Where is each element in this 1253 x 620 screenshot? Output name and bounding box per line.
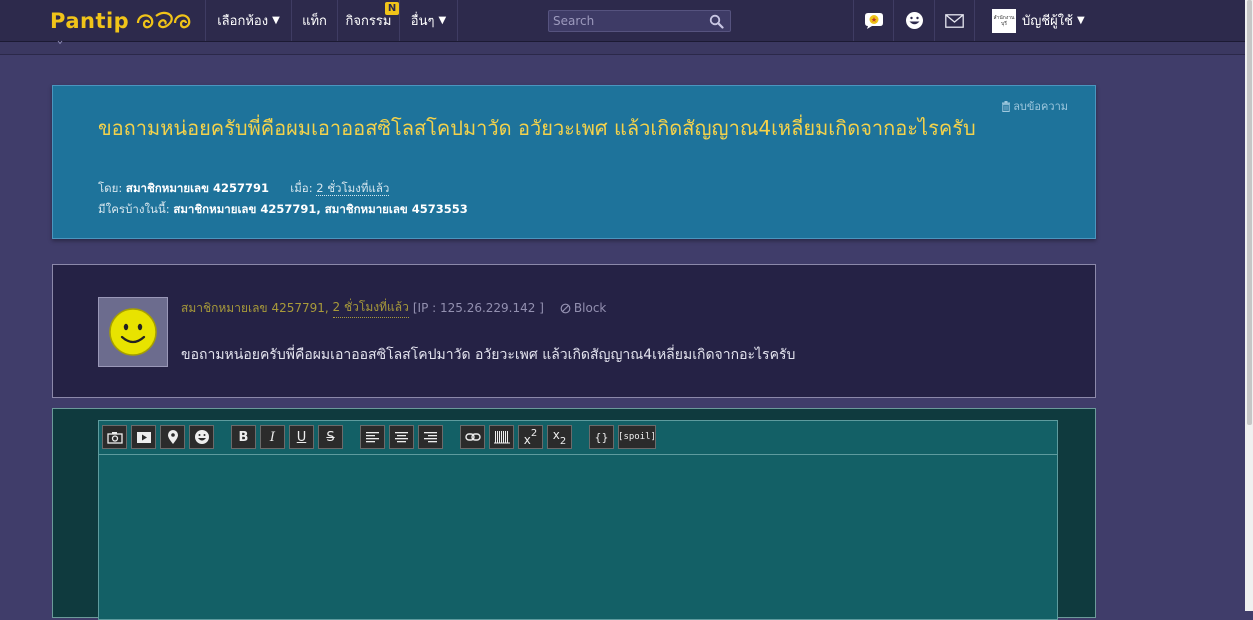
reply-editor: B I U S x 2 x 2 {} [spoil] [98,420,1058,620]
emoticon-button[interactable] [893,0,934,41]
align-left-button[interactable] [360,425,385,449]
account-menu[interactable]: บัญชีผู้ใช้ ▼ [1022,0,1085,41]
align-center-button[interactable] [389,425,414,449]
smiley-avatar-icon [109,308,157,356]
smiley-icon [194,430,209,444]
post-meta: สมาชิกหมายเลข 4257791, 2 ชั่วโมงที่แล้ว … [181,298,606,318]
pantip-logo[interactable]: Pantip [50,6,197,36]
smiley-icon [905,12,923,29]
block-label: Block [573,301,607,315]
post-ip: [IP : 125.26.229.142 ] [412,301,544,315]
strikethrough-button[interactable]: S [318,425,343,449]
topic-viewers-line: มีใครบ้างในนี้: สมาชิกหมายเลข 4257791, ส… [98,201,468,219]
logo-text: Pantip [50,9,130,33]
map-pin-icon [167,429,178,444]
search-input[interactable] [553,13,703,29]
topic-author-line: โดย: สมาชิกหมายเลข 4257791 เมื่อ: 2 ชั่ว… [98,180,390,198]
topic-title: ขอถามหน่อยครับพี่คือผมเอาออสซิโลสโคปมาวั… [98,116,976,140]
underline-button[interactable]: U [289,425,314,449]
chevron-down-icon: ▼ [1076,15,1085,26]
post-time: 2 ชั่วโมงที่แล้ว [332,298,409,318]
topic-post: สมาชิกหมายเลข 4257791, 2 ชั่วโมงที่แล้ว … [52,264,1096,398]
align-right-button[interactable] [418,425,443,449]
trash-icon [1002,100,1011,112]
sub-navigation-bar [0,42,1245,55]
viewers-label: มีใครบ้างในนี้: [98,202,170,216]
chevron-down-icon: ▼ [272,15,280,26]
delete-post-link[interactable]: ลบข้อความ [1001,97,1068,115]
by-label: โดย: [98,181,123,195]
logo-mark-icon [137,11,191,29]
topic-time: 2 ชั่วโมงที่แล้ว [316,181,390,196]
code-button[interactable]: {} [589,425,614,449]
camera-icon [106,431,123,444]
new-badge: N [385,2,399,15]
nav-tags[interactable]: แท็ก [291,0,337,41]
align-right-icon [424,431,437,442]
nav-select-room[interactable]: เลือกห้อง ▼ [205,0,291,41]
top-navigation-bar: Pantip เลือกห้อง ▼ แท็ก กิจกรรม N อื่นๆ … [0,0,1245,42]
italic-button[interactable]: I [260,425,285,449]
chevron-down-icon[interactable] [57,40,63,45]
avatar[interactable] [98,297,168,367]
insert-link-button[interactable] [460,425,485,449]
post-meta-separator: , [324,301,329,315]
envelope-icon [945,13,964,28]
align-center-icon [395,431,408,442]
post-author[interactable]: สมาชิกหมายเลข 4257791 [181,299,325,318]
topic-header: ลบข้อความ ขอถามหน่อยครับพี่คือผมเอาออสซิ… [52,85,1096,239]
subscript-base: x [552,427,560,442]
when-label: เมื่อ: [290,181,313,195]
insert-video-button[interactable] [131,425,156,449]
insert-image-button[interactable] [102,425,127,449]
reply-panel: B I U S x 2 x 2 {} [spoil] [52,408,1096,620]
superscript-button[interactable]: x2 [518,425,543,449]
spoiler-button[interactable]: [spoil] [618,425,656,449]
avatar[interactable]: สำนักงานบุรี [992,9,1016,33]
topic-author[interactable]: สมาชิกหมายเลข 4257791 [126,181,269,195]
messages-button[interactable] [934,0,975,41]
editor-toolbar: B I U S x 2 x 2 {} [spoil] [99,421,1057,455]
pantip-point-button[interactable] [853,0,893,41]
insert-emoticon-button[interactable] [189,425,214,449]
nav-select-room-label: เลือกห้อง [217,14,269,29]
chevron-down-icon: ▼ [438,15,447,26]
insert-barcode-button[interactable] [489,425,514,449]
nav-more[interactable]: อื่นๆ ▼ [399,0,458,41]
scrollbar-thumb[interactable] [1247,0,1252,425]
topic-viewers: สมาชิกหมายเลข 4257791, สมาชิกหมายเลข 457… [173,202,468,216]
video-icon [136,431,151,443]
insert-map-button[interactable] [160,425,185,449]
reply-text-area[interactable] [99,455,1057,619]
barcode-icon [493,431,510,444]
delete-post-label: ลบข้อความ [1013,100,1068,113]
account-label: บัญชีผู้ใช้ [1022,14,1073,29]
nav-tags-label: แท็ก [302,14,327,29]
search-icon[interactable] [709,14,724,29]
superscript-base: x [523,432,531,447]
search-box [548,10,731,32]
pantip-point-icon [864,12,883,29]
post-body: ขอถามหน่อยครับพี่คือผมเอาออสซิโลสโคปมาวั… [181,347,796,363]
superscript-exponent: 2 [530,428,538,439]
link-icon [464,433,481,441]
bold-button[interactable]: B [231,425,256,449]
nav-more-label: อื่นๆ [410,14,435,29]
subscript-exponent: 2 [559,435,567,447]
ban-icon [560,303,571,313]
align-left-icon [366,431,379,442]
block-user-link[interactable]: Block [560,301,606,315]
subscript-button[interactable]: x2 [547,425,572,449]
